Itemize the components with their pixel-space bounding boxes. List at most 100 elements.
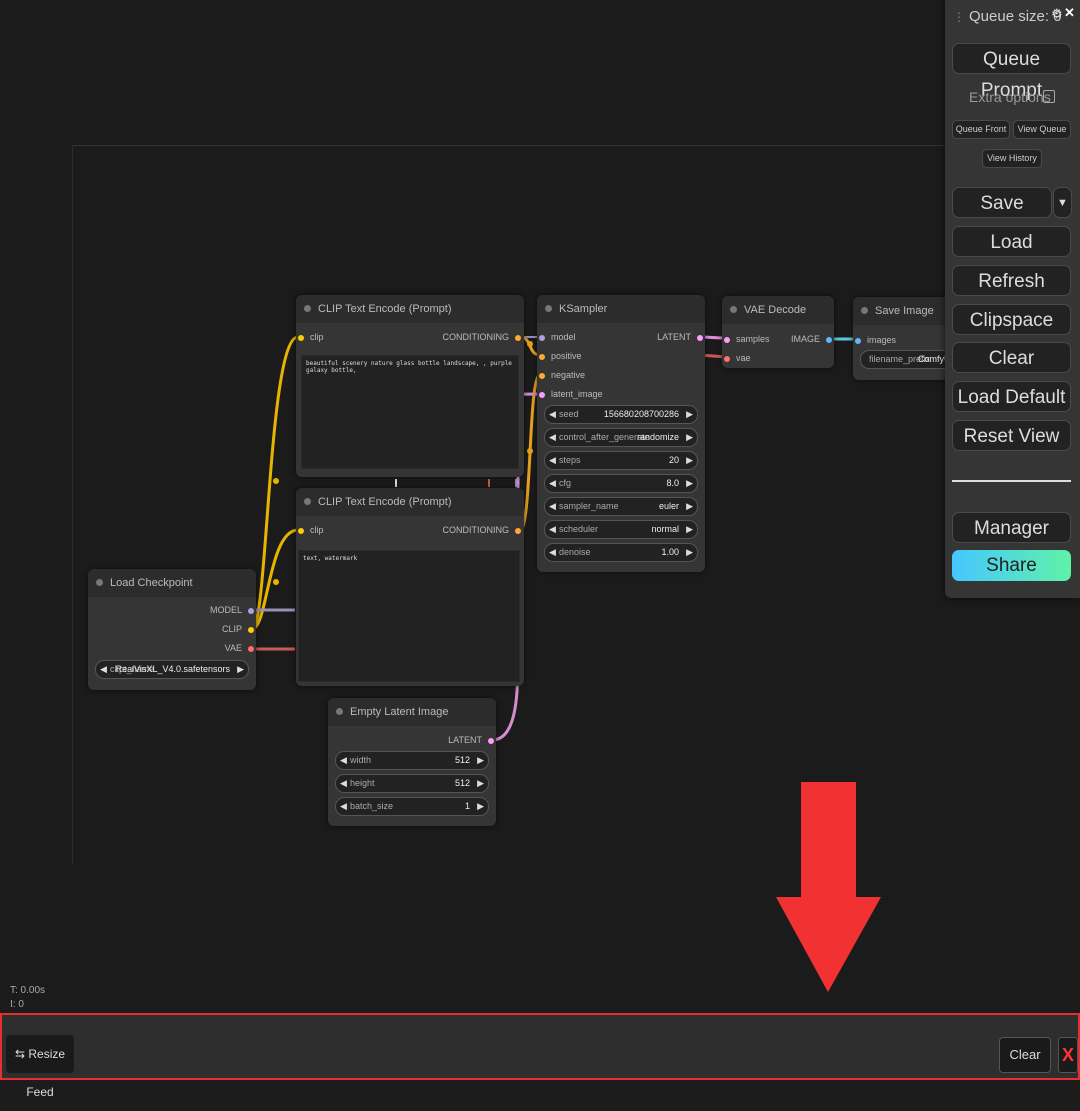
negative-input-pin[interactable] xyxy=(539,372,545,379)
queue-front-button[interactable]: Queue Front xyxy=(952,120,1010,139)
gear-icon[interactable]: ⚙ xyxy=(1051,6,1063,22)
model-output-pin[interactable] xyxy=(248,607,254,614)
decrement-icon[interactable]: ◀ xyxy=(549,521,556,538)
refresh-button[interactable]: Refresh xyxy=(952,265,1071,296)
latent-output-pin[interactable] xyxy=(697,334,703,341)
load-default-button[interactable]: Load Default xyxy=(952,381,1071,412)
annotation-arrow-down-icon xyxy=(776,782,881,992)
clip-text-encode-node-positive[interactable]: CLIP Text Encode (Prompt) clip CONDITION… xyxy=(296,295,524,477)
save-image-node[interactable]: Save Image images filename_prefix ComfyUI xyxy=(853,297,962,380)
increment-icon[interactable]: ▶ xyxy=(686,544,693,561)
node-collapse-dot[interactable] xyxy=(730,306,737,313)
node-collapse-dot[interactable] xyxy=(336,708,343,715)
empty-latent-image-node[interactable]: Empty Latent Image LATENT ◀ width 512 ▶ ◀ he… xyxy=(328,698,496,826)
drag-handle-icon[interactable]: ⋮ xyxy=(953,10,965,24)
view-history-button[interactable]: View History xyxy=(982,149,1042,168)
widget-value: 8.0 xyxy=(666,478,679,488)
image-output-pin[interactable] xyxy=(826,336,832,343)
increment-icon[interactable]: ▶ xyxy=(477,798,484,815)
save-dropdown-chevron-down-icon[interactable]: ▼ xyxy=(1053,187,1072,218)
increment-icon[interactable]: ▶ xyxy=(686,498,693,515)
vae-decode-node[interactable]: VAE Decode samples vae IMAGE xyxy=(722,296,834,368)
node-collapse-dot[interactable] xyxy=(96,579,103,586)
latent-output-label: LATENT xyxy=(448,735,482,745)
images-input-pin[interactable] xyxy=(855,337,861,344)
increment-icon[interactable]: ▶ xyxy=(686,521,693,538)
latent-image-input-pin[interactable] xyxy=(539,391,545,398)
view-queue-button[interactable]: View Queue xyxy=(1013,120,1071,139)
sampler-name-widget[interactable]: ◀ sampler_name euler ▶ xyxy=(544,497,698,516)
increment-icon[interactable]: ▶ xyxy=(686,475,693,492)
increment-icon[interactable]: ▶ xyxy=(686,406,693,423)
feed-clear-button[interactable]: Clear xyxy=(999,1037,1051,1073)
feed-close-icon[interactable]: X xyxy=(1058,1037,1078,1073)
share-button[interactable]: Share xyxy=(952,550,1071,581)
denoise-widget[interactable]: ◀ denoise 1.00 ▶ xyxy=(544,543,698,562)
load-checkpoint-node[interactable]: Load Checkpoint MODEL CLIP VAE ◀ ckpt_nam… xyxy=(88,569,256,690)
node-title: KSampler xyxy=(559,303,608,315)
time-stat: T: 0.00s xyxy=(10,985,46,996)
decrement-icon[interactable]: ◀ xyxy=(340,752,347,769)
increment-icon[interactable]: ▶ xyxy=(686,429,693,446)
seed-widget[interactable]: ◀ seed 156680208700286 ▶ xyxy=(544,405,698,424)
clear-workflow-button[interactable]: Clear xyxy=(952,342,1071,373)
vae-input-pin[interactable] xyxy=(724,355,730,362)
conditioning-output-pin[interactable] xyxy=(515,334,521,341)
clip-input-label: clip xyxy=(310,332,324,342)
load-button[interactable]: Load xyxy=(952,226,1071,257)
samples-input-pin[interactable] xyxy=(724,336,730,343)
node-collapse-dot[interactable] xyxy=(545,305,552,312)
ckpt-name-widget[interactable]: ◀ ckpt_name RealVisXL_V4.0.safetensors ▶ xyxy=(95,660,249,679)
scheduler-widget[interactable]: ◀ scheduler normal ▶ xyxy=(544,520,698,539)
node-collapse-dot[interactable] xyxy=(304,305,311,312)
conditioning-output-pin[interactable] xyxy=(515,527,521,534)
decrement-icon[interactable]: ◀ xyxy=(549,544,556,561)
decrement-icon[interactable]: ◀ xyxy=(549,406,556,423)
widget-value: 156680208700286 xyxy=(603,409,679,419)
close-icon[interactable]: ✕ xyxy=(1064,5,1075,21)
clip-input-pin[interactable] xyxy=(298,334,304,341)
ksampler-node[interactable]: KSampler model positive negative latent_… xyxy=(537,295,705,572)
width-widget[interactable]: ◀ width 512 ▶ xyxy=(335,751,489,770)
increment-icon[interactable]: ▶ xyxy=(477,775,484,792)
clip-input-pin[interactable] xyxy=(298,527,304,534)
node-title: Save Image xyxy=(875,305,934,317)
widget-value: 1 xyxy=(464,801,470,811)
increment-icon[interactable]: ▶ xyxy=(477,752,484,769)
resize-feed-button[interactable]: ⇆ Resize Feed xyxy=(6,1035,74,1099)
manager-button[interactable]: Manager xyxy=(952,512,1071,543)
prompt-textarea-negative[interactable]: text, watermark xyxy=(298,550,520,682)
decrement-icon[interactable]: ◀ xyxy=(549,429,556,446)
node-collapse-dot[interactable] xyxy=(861,307,868,314)
reset-view-button[interactable]: Reset View xyxy=(952,420,1071,451)
decrement-icon[interactable]: ◀ xyxy=(549,475,556,492)
queue-prompt-button[interactable]: Queue Prompt xyxy=(952,43,1071,101)
vae-output-pin[interactable] xyxy=(248,645,254,652)
clip-text-encode-node-negative[interactable]: CLIP Text Encode (Prompt) clip CONDITION… xyxy=(296,488,524,686)
decrement-icon[interactable]: ◀ xyxy=(100,661,107,678)
decrement-icon[interactable]: ◀ xyxy=(549,452,556,469)
height-widget[interactable]: ◀ height 512 ▶ xyxy=(335,774,489,793)
clipspace-button[interactable]: Clipspace xyxy=(952,304,1071,335)
decrement-icon[interactable]: ◀ xyxy=(340,798,347,815)
clip-output-pin[interactable] xyxy=(248,626,254,633)
extra-options-checkbox[interactable] xyxy=(1043,90,1055,103)
widget-label: batch_size xyxy=(350,801,394,811)
increment-icon[interactable]: ▶ xyxy=(237,661,244,678)
cfg-widget[interactable]: ◀ cfg 8.0 ▶ xyxy=(544,474,698,493)
graph-canvas[interactable]: CLIP Text Encode (Prompt) clip CONDITION… xyxy=(0,0,1080,1080)
control-after-generate-widget[interactable]: ◀ control_after_generate randomize ▶ xyxy=(544,428,698,447)
node-title: Load Checkpoint xyxy=(110,577,193,589)
steps-widget[interactable]: ◀ steps 20 ▶ xyxy=(544,451,698,470)
positive-input-pin[interactable] xyxy=(539,353,545,360)
decrement-icon[interactable]: ◀ xyxy=(340,775,347,792)
save-button[interactable]: Save xyxy=(952,187,1052,218)
model-input-pin[interactable] xyxy=(539,334,545,341)
prompt-textarea-positive[interactable]: beautiful scenery nature glass bottle la… xyxy=(301,355,519,469)
batch-size-widget[interactable]: ◀ batch_size 1 ▶ xyxy=(335,797,489,816)
widget-label: scheduler xyxy=(559,524,599,534)
node-collapse-dot[interactable] xyxy=(304,498,311,505)
increment-icon[interactable]: ▶ xyxy=(686,452,693,469)
latent-output-pin[interactable] xyxy=(488,737,494,744)
decrement-icon[interactable]: ◀ xyxy=(549,498,556,515)
